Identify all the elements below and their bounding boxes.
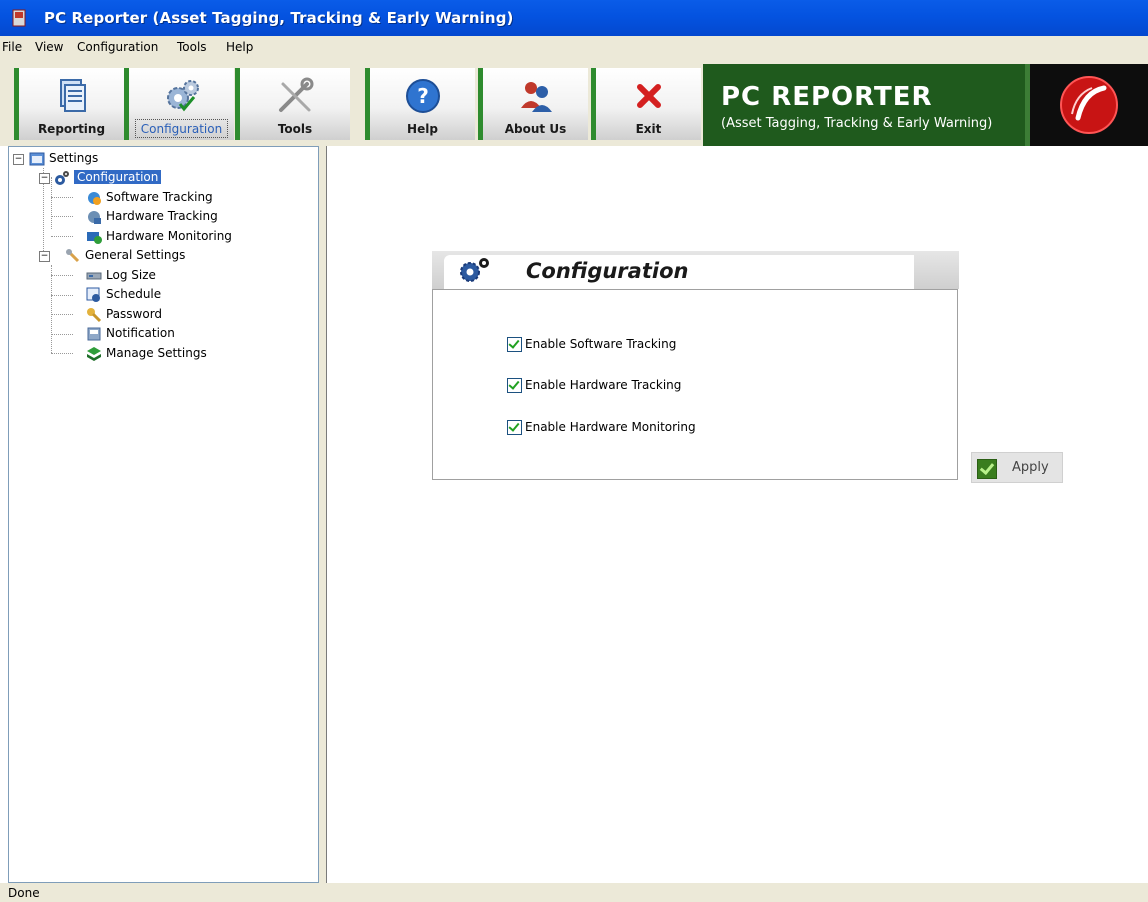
settings-tree: − Settings − Configuration Software Trac… (8, 146, 319, 883)
tools-label: Tools (277, 122, 313, 136)
tree-label: Password (106, 307, 163, 321)
apply-button[interactable]: Apply (971, 452, 1063, 483)
software-tracking-icon (88, 191, 101, 205)
menu-file[interactable]: File (2, 40, 22, 54)
checkbox-label: Enable Software Tracking (525, 337, 677, 351)
tree-label: Configuration (74, 170, 162, 184)
reporting-icon (59, 79, 86, 112)
hardware-tracking-icon (88, 210, 101, 224)
pane-splitter[interactable] (319, 146, 327, 883)
configuration-button[interactable]: Configuration (124, 68, 234, 140)
tree-line (51, 197, 73, 198)
help-icon: ? (405, 79, 440, 113)
exit-icon (636, 84, 661, 108)
tree-line (51, 236, 73, 237)
tree-item-schedule[interactable]: Schedule (86, 285, 161, 303)
title-bar: PC Reporter (Asset Tagging, Tracking & E… (0, 0, 1148, 36)
tree-label: Notification (106, 326, 175, 340)
apply-label: Apply (1012, 460, 1049, 475)
about-us-icon (520, 82, 552, 112)
tree-label: Schedule (106, 287, 162, 301)
tree-label: General Settings (85, 248, 186, 262)
menu-help[interactable]: Help (226, 40, 253, 54)
wrench-icon (66, 248, 80, 262)
help-label: Help (407, 122, 438, 136)
exit-label: Exit (635, 122, 662, 136)
key-icon (87, 307, 102, 322)
reporting-label: Reporting (37, 122, 106, 136)
hardware-monitoring-icon (87, 231, 102, 244)
checkbox-checked[interactable] (507, 337, 522, 352)
reporting-button[interactable]: Reporting (14, 68, 124, 140)
tree-item-hardware-monitoring[interactable]: Hardware Monitoring (86, 227, 232, 245)
tree-line (51, 275, 73, 276)
tools-button[interactable]: Tools (235, 68, 350, 140)
collapse-general-settings-toggle[interactable]: − (39, 251, 50, 262)
exit-button[interactable]: Exit (591, 68, 701, 140)
gear-icon (55, 170, 69, 185)
enable-software-tracking-checkbox[interactable]: Enable Software Tracking (507, 337, 676, 352)
tree-label: Manage Settings (106, 346, 207, 360)
menu-view[interactable]: View (35, 40, 63, 54)
configuration-gears-icon (166, 80, 199, 112)
about-us-button[interactable]: About Us (478, 68, 588, 140)
tree-item-password[interactable]: Password (86, 305, 162, 323)
tree-line (51, 295, 73, 296)
tree-line (51, 177, 52, 229)
tree-line (51, 265, 52, 353)
app-icon (12, 9, 26, 27)
enable-hardware-monitoring-checkbox[interactable]: Enable Hardware Monitoring (507, 420, 696, 435)
tree-item-manage-settings[interactable]: Manage Settings (86, 344, 207, 362)
checkbox-checked[interactable] (507, 378, 522, 393)
brand-subtitle: (Asset Tagging, Tracking & Early Warning… (721, 116, 993, 131)
tree-item-hardware-tracking[interactable]: Hardware Tracking (86, 207, 218, 225)
toolbar: Reporting Configuration Tools ? Help Abo… (0, 60, 1148, 146)
tree-item-general-settings[interactable]: General Settings (65, 246, 185, 264)
collapse-settings-toggle[interactable]: − (13, 154, 24, 165)
tree-item-software-tracking[interactable]: Software Tracking (86, 188, 213, 206)
configuration-panel-header: Configuration (432, 251, 959, 289)
menu-configuration[interactable]: Configuration (77, 40, 158, 54)
brand-banner: PC REPORTER (Asset Tagging, Tracking & E… (703, 64, 1148, 146)
configuration-label: Configuration (140, 122, 223, 136)
tree-label: Software Tracking (106, 190, 213, 204)
manage-settings-icon (87, 346, 101, 361)
notification-icon (87, 327, 101, 340)
brand-title: PC REPORTER (721, 82, 933, 112)
tree-line (51, 353, 73, 354)
check-icon (977, 459, 997, 479)
status-bar: Done (0, 883, 1148, 902)
window-title: PC Reporter (Asset Tagging, Tracking & E… (44, 9, 514, 27)
tree-line (51, 216, 73, 217)
settings-icon (29, 152, 45, 165)
collapse-configuration-toggle[interactable]: − (39, 173, 50, 184)
tools-icon (279, 77, 314, 112)
tree-label: Hardware Tracking (106, 209, 218, 223)
checkbox-label: Enable Hardware Tracking (525, 378, 682, 392)
log-size-icon (86, 272, 102, 279)
tree-item-notification[interactable]: Notification (86, 324, 175, 342)
menu-tools[interactable]: Tools (177, 40, 207, 54)
svg-text:?: ? (417, 84, 429, 108)
enable-hardware-tracking-checkbox[interactable]: Enable Hardware Tracking (507, 378, 681, 393)
brand-logo-icon (1060, 76, 1118, 134)
tree-label: Hardware Monitoring (106, 229, 232, 243)
gears-icon (460, 258, 489, 282)
tree-label: Log Size (106, 268, 156, 282)
about-us-label: About Us (504, 122, 567, 136)
tree-item-log-size[interactable]: Log Size (86, 266, 156, 284)
status-text: Done (8, 886, 40, 900)
tree-line (51, 314, 73, 315)
banner-logo-area (1030, 64, 1148, 146)
tree-item-settings[interactable]: Settings (29, 149, 98, 167)
menu-bar: File View Configuration Tools Help (0, 36, 1148, 60)
checkbox-label: Enable Hardware Monitoring (525, 420, 696, 434)
schedule-clock-icon (86, 287, 100, 302)
panel-title: Configuration (526, 259, 689, 283)
tree-line (51, 334, 73, 335)
tree-item-configuration[interactable]: Configuration (54, 168, 162, 186)
tree-label: Settings (49, 151, 99, 165)
help-button[interactable]: ? Help (365, 68, 475, 140)
checkbox-checked[interactable] (507, 420, 522, 435)
